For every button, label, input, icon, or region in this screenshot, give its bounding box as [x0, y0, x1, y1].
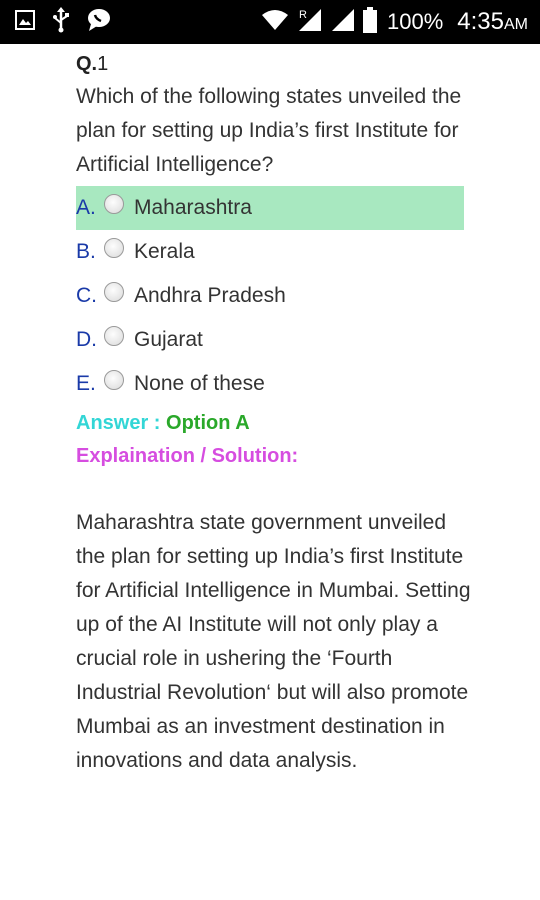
option-label: Andhra Pradesh	[134, 284, 286, 307]
clock-time: 4:35	[457, 8, 504, 35]
image-icon	[14, 9, 36, 36]
option-label: None of these	[134, 372, 265, 395]
question-card: Q.1 Which of the following states unveil…	[76, 44, 476, 778]
radio-button[interactable]	[104, 370, 124, 390]
chat-icon	[86, 8, 112, 37]
explanation-text: Maharashtra state government unveiled th…	[76, 511, 471, 772]
option-label: Kerala	[134, 240, 195, 263]
battery-icon	[363, 6, 377, 38]
options-list: A. Maharashtra B. Kerala C. Andhra Prade…	[76, 186, 476, 406]
option-b[interactable]: B. Kerala	[76, 230, 464, 274]
radio-button[interactable]	[104, 326, 124, 346]
radio-button[interactable]	[104, 238, 124, 258]
option-letter: E.	[76, 372, 96, 395]
question-text: Which of the following states unveiled t…	[76, 85, 462, 176]
signal-icon	[331, 8, 355, 37]
option-e[interactable]: E. None of these	[76, 362, 464, 406]
option-letter: D.	[76, 328, 97, 351]
explanation-title: Explaination / Solution:	[76, 445, 299, 467]
clock: 4:35AM	[457, 8, 528, 36]
option-letter: C.	[76, 284, 97, 307]
option-letter: B.	[76, 240, 96, 263]
option-d[interactable]: D. Gujarat	[76, 318, 464, 362]
question-index: 1	[97, 53, 109, 75]
option-a[interactable]: A. Maharashtra	[76, 186, 464, 230]
clock-ampm: AM	[504, 16, 528, 33]
signal-roaming-icon: R	[297, 7, 323, 38]
option-label: Gujarat	[134, 328, 203, 351]
status-bar: R 100% 4:35AM	[0, 0, 540, 44]
answer-line: Answer : Option A	[76, 408, 476, 438]
svg-text:R: R	[299, 9, 307, 21]
option-label: Maharashtra	[134, 196, 252, 219]
wifi-icon	[261, 9, 289, 36]
option-letter: A.	[76, 196, 96, 219]
radio-button[interactable]	[104, 194, 124, 214]
question-label: Q.	[76, 53, 98, 75]
answer-label: Answer :	[76, 412, 167, 434]
radio-button[interactable]	[104, 282, 124, 302]
battery-percent: 100%	[387, 9, 444, 34]
answer-value: Option A	[166, 412, 250, 434]
question-number: Q.1	[76, 48, 476, 80]
usb-icon	[52, 6, 70, 38]
option-c[interactable]: C. Andhra Pradesh	[76, 274, 464, 318]
